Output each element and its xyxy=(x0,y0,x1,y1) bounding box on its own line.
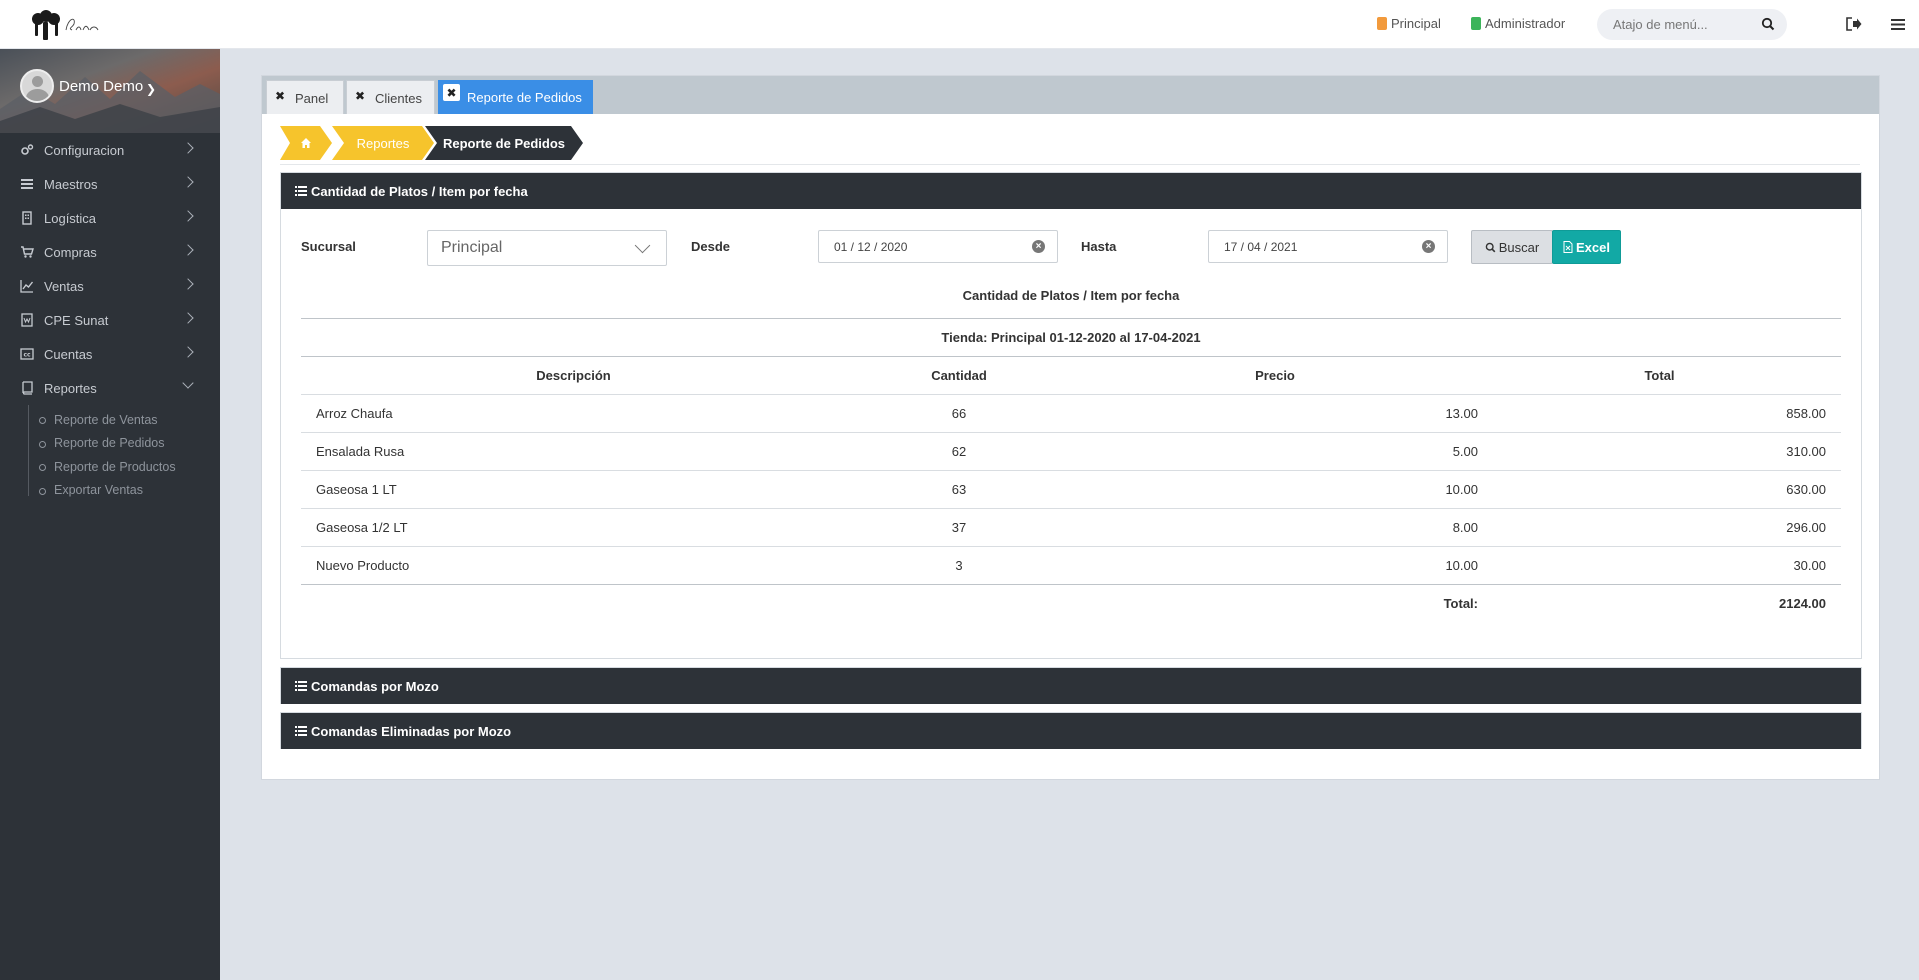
list-icon xyxy=(295,186,307,196)
chevron-right-icon xyxy=(182,278,194,290)
book-icon xyxy=(22,381,33,395)
panel-comandas-por-mozo: Comandas por Mozo xyxy=(280,667,1862,704)
chevron-right-icon: ❯ xyxy=(146,82,157,96)
logout-icon[interactable] xyxy=(1844,14,1864,34)
clear-icon[interactable]: × xyxy=(1032,240,1045,253)
list-icon xyxy=(295,681,307,691)
sucursal-select[interactable]: Principal xyxy=(427,230,667,266)
reportes-submenu: Reporte de Ventas Reporte de Pedidos Rep… xyxy=(28,405,220,502)
sidebar-menu: Configuracion Maestros Logística Compras… xyxy=(0,133,220,405)
svg-text:cc: cc xyxy=(23,352,31,359)
principal-link[interactable]: Principal xyxy=(1377,16,1441,31)
user-name: Demo Demo xyxy=(59,78,144,95)
cc-icon: cc xyxy=(20,348,34,360)
table-row: Ensalada Rusa 62 5.00 310.00 xyxy=(301,432,1841,471)
close-icon[interactable]: ✖ xyxy=(355,89,365,103)
breadcrumb-reportes[interactable]: Reportes xyxy=(332,126,434,160)
top-bar: Principal Administrador xyxy=(0,0,1919,49)
chevron-right-icon xyxy=(182,244,194,256)
list-icon xyxy=(295,726,307,736)
column-header: Descripción xyxy=(301,356,846,395)
logo-icon[interactable] xyxy=(28,8,108,42)
table-header-row: Descripción Cantidad Precio Total xyxy=(301,356,1841,395)
sidebar-item-maestros[interactable]: Maestros xyxy=(0,167,220,201)
table-row: Gaseosa 1/2 LT 37 8.00 296.00 xyxy=(301,508,1841,547)
hasta-label: Hasta xyxy=(1081,239,1117,254)
excel-button[interactable]: Excel xyxy=(1552,230,1621,264)
submenu-reporte-de-ventas[interactable]: Reporte de Ventas xyxy=(28,408,220,432)
menu-search-input[interactable] xyxy=(1597,9,1747,40)
menu-search xyxy=(1597,9,1787,40)
tab-clientes[interactable]: ✖ Clientes xyxy=(346,80,435,114)
chevron-right-icon xyxy=(182,142,194,154)
building-icon xyxy=(22,211,32,225)
hasta-date-input[interactable]: 17 / 04 / 2021 × xyxy=(1208,230,1448,263)
report-table: Tienda: Principal 01-12-2020 al 17-04-20… xyxy=(301,318,1841,623)
panel-comandas-eliminadas: Comandas Eliminadas por Mozo xyxy=(280,712,1862,749)
search-icon[interactable] xyxy=(1761,17,1775,31)
breadcrumb-current: Reporte de Pedidos xyxy=(425,126,583,160)
tab-reporte-de-pedidos[interactable]: ✖ Reporte de Pedidos xyxy=(438,80,593,114)
submenu-reporte-de-pedidos[interactable]: Reporte de Pedidos xyxy=(28,432,220,456)
table-total-row: Total: 2124.00 xyxy=(301,584,1841,623)
administrador-link[interactable]: Administrador xyxy=(1471,16,1565,31)
report-title: Cantidad de Platos / Item por fecha xyxy=(962,288,1180,303)
store-icon xyxy=(1377,17,1387,30)
divider xyxy=(280,164,1860,165)
table-row: Arroz Chaufa 66 13.00 858.00 xyxy=(301,394,1841,433)
sidebar-item-logistica[interactable]: Logística xyxy=(0,201,220,235)
chevron-right-icon xyxy=(182,210,194,222)
tab-panel[interactable]: ✖ Panel xyxy=(266,80,344,114)
cart-icon xyxy=(21,246,34,258)
main-card: ✖ Panel ✖ Clientes ✖ Reporte de Pedidos … xyxy=(261,75,1880,780)
column-header: Precio xyxy=(1072,356,1478,395)
home-icon xyxy=(301,138,311,148)
table-row: Gaseosa 1 LT 63 10.00 630.00 xyxy=(301,470,1841,509)
buscar-button[interactable]: Buscar xyxy=(1471,230,1553,264)
sucursal-label: Sucursal xyxy=(301,239,356,254)
sidebar: Demo Demo ❯ Configuracion Maestros Logís… xyxy=(0,49,220,980)
chevron-down-icon xyxy=(634,237,651,254)
desde-date-input[interactable]: 01 / 12 / 2020 × xyxy=(818,230,1058,263)
close-icon[interactable]: ✖ xyxy=(275,89,285,103)
sidebar-item-configuracion[interactable]: Configuracion xyxy=(0,133,220,167)
file-excel-icon xyxy=(1563,241,1573,253)
document-icon xyxy=(21,313,33,327)
breadcrumb-home[interactable] xyxy=(280,126,332,160)
tab-strip: ✖ Panel ✖ Clientes ✖ Reporte de Pedidos xyxy=(262,76,1879,114)
sidebar-item-cuentas[interactable]: cc Cuentas xyxy=(0,337,220,371)
sidebar-item-reportes[interactable]: Reportes xyxy=(0,371,220,405)
panel-cantidad-platos: Cantidad de Platos / Item por fecha Sucu… xyxy=(280,172,1862,659)
avatar xyxy=(20,69,54,103)
close-icon[interactable]: ✖ xyxy=(443,84,460,101)
table-row: Nuevo Producto 3 10.00 30.00 xyxy=(301,546,1841,585)
chevron-right-icon xyxy=(182,176,194,188)
submenu-reporte-de-productos[interactable]: Reporte de Productos xyxy=(28,455,220,479)
sidebar-item-ventas[interactable]: Ventas xyxy=(0,269,220,303)
panel-header[interactable]: Cantidad de Platos / Item por fecha xyxy=(281,173,1861,209)
chevron-right-icon xyxy=(182,346,194,358)
submenu-exportar-ventas[interactable]: Exportar Ventas xyxy=(28,479,220,503)
sidebar-item-compras[interactable]: Compras xyxy=(0,235,220,269)
user-profile[interactable]: Demo Demo ❯ xyxy=(0,49,220,133)
desde-label: Desde xyxy=(691,239,731,254)
column-header: Total xyxy=(1478,356,1841,395)
panel-header[interactable]: Comandas Eliminadas por Mozo xyxy=(281,713,1861,749)
line-chart-icon xyxy=(20,280,34,293)
clear-icon[interactable]: × xyxy=(1422,240,1435,253)
panel-header[interactable]: Comandas por Mozo xyxy=(281,668,1861,704)
chevron-right-icon xyxy=(182,312,194,324)
gears-icon xyxy=(21,144,34,155)
user-badge-icon xyxy=(1471,17,1481,30)
table-store-row: Tienda: Principal 01-12-2020 al 17-04-20… xyxy=(301,318,1841,357)
list-icon xyxy=(21,179,33,189)
column-header: Cantidad xyxy=(846,356,1072,395)
sidebar-item-cpe-sunat[interactable]: CPE Sunat xyxy=(0,303,220,337)
hamburger-menu-icon[interactable] xyxy=(1888,14,1908,34)
search-icon xyxy=(1485,242,1496,252)
chevron-down-icon xyxy=(182,377,194,389)
